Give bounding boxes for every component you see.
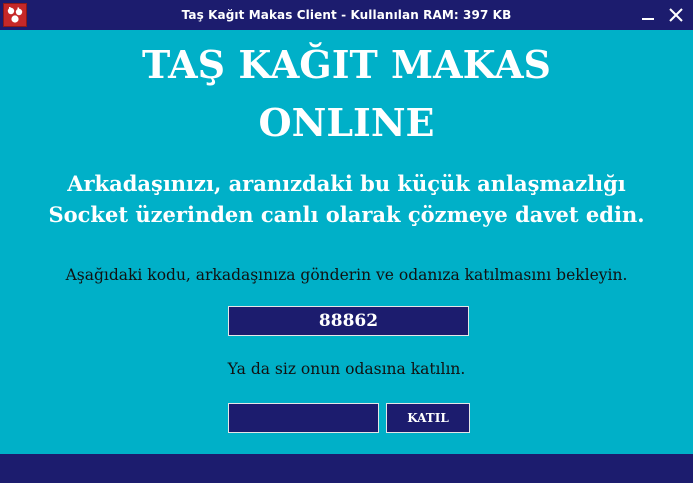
close-button[interactable] (662, 0, 690, 30)
join-room-instruction: Ya da siz onun odasına katılın. (227, 360, 466, 378)
share-code-instruction: Aşağıdaki kodu, arkadaşınıza gönderin ve… (65, 266, 628, 284)
page-title-line-1: TAŞ KAĞIT MAKAS (141, 42, 552, 87)
title-bar: Taş Kağıt Makas Client - Kullanılan RAM:… (0, 0, 693, 30)
subtitle-line-2: Socket üzerinden canlı olarak çözmeye da… (48, 202, 645, 227)
page-title-line-2: ONLINE (258, 100, 435, 145)
close-icon (669, 8, 683, 22)
minimize-icon (642, 18, 654, 20)
room-code-input[interactable] (228, 403, 379, 433)
join-button[interactable]: KATIL (386, 403, 470, 433)
room-code-display: 88862 (228, 306, 469, 336)
footer-bar (0, 454, 693, 483)
minimize-button[interactable] (634, 0, 662, 30)
window-title: Taş Kağıt Makas Client - Kullanılan RAM:… (181, 8, 512, 22)
subtitle-line-1: Arkadaşınızı, aranızdaki bu küçük anlaşm… (67, 171, 626, 196)
